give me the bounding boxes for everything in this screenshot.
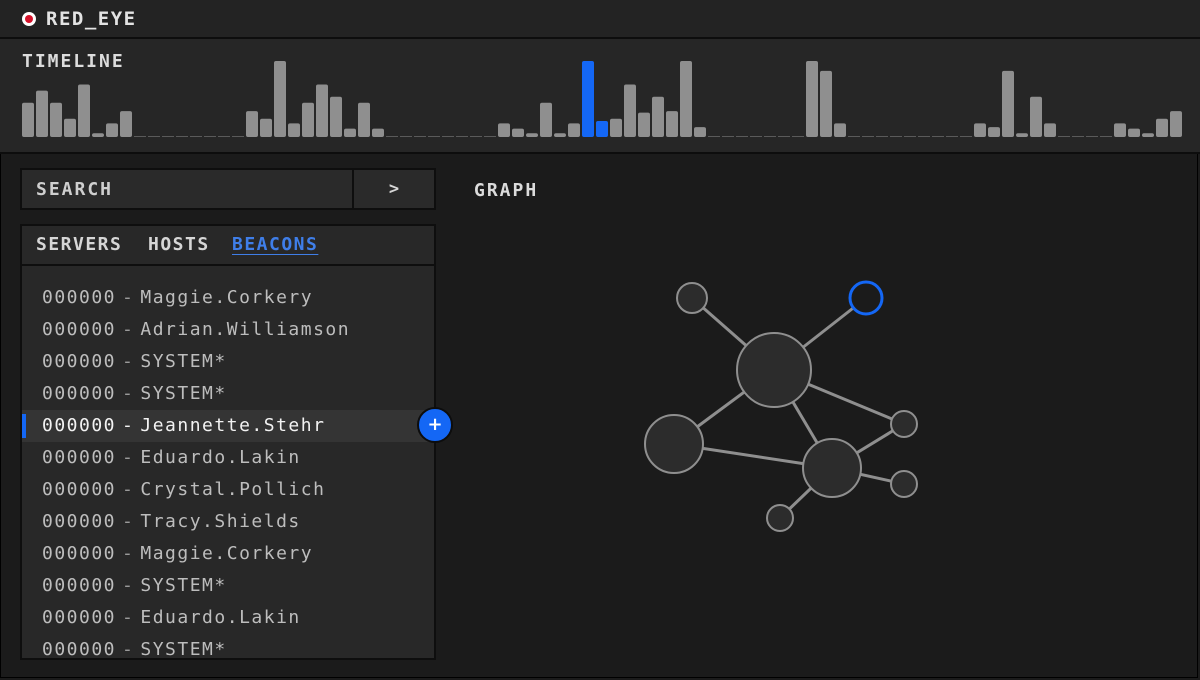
graph-node[interactable] — [736, 332, 812, 408]
graph-node[interactable] — [890, 410, 918, 438]
graph-node-selected[interactable] — [848, 280, 884, 316]
graph-node[interactable] — [802, 438, 862, 498]
graph-node[interactable] — [676, 282, 708, 314]
graph-node[interactable] — [644, 414, 704, 474]
graph-node[interactable] — [890, 470, 918, 498]
graph-node[interactable] — [766, 504, 794, 532]
graph-canvas[interactable] — [0, 0, 1200, 680]
